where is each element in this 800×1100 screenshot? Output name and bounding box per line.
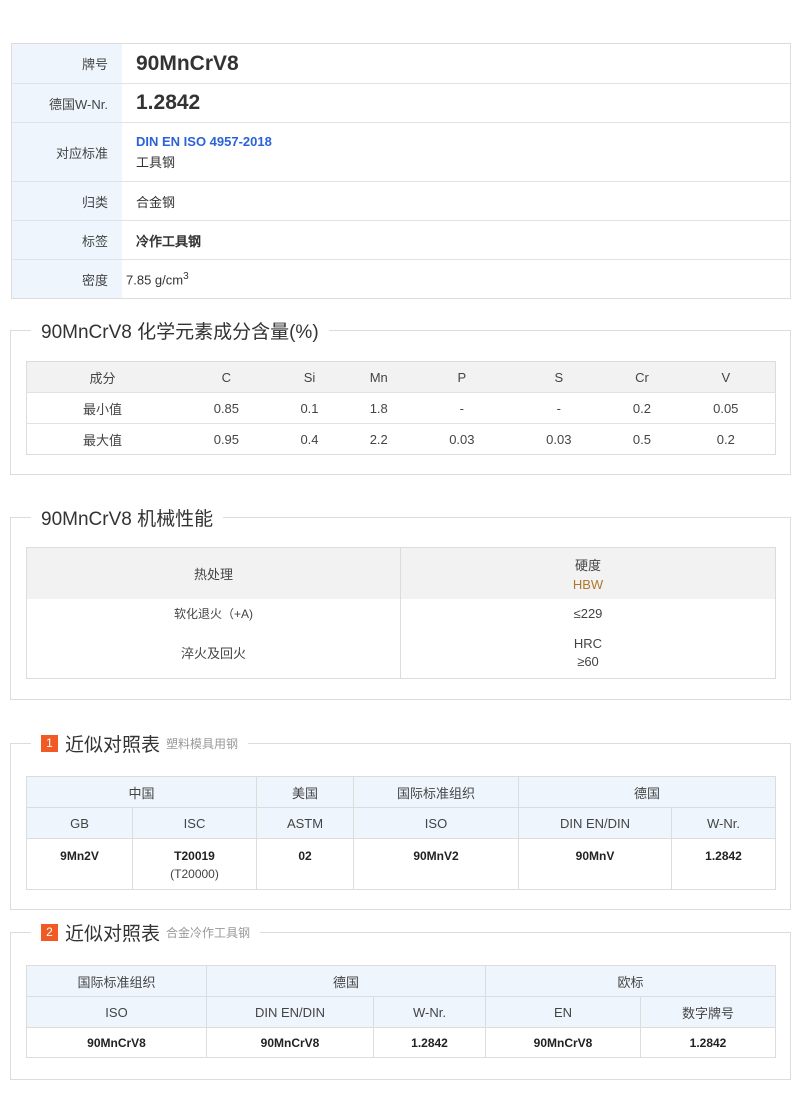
tag-value: 冷作工具钢: [136, 233, 202, 249]
chemistry-table: 成分 C Si Mn P S Cr V 最小值 0.85 0.1 1.8 - -…: [26, 361, 776, 455]
category-value: 合金钢: [136, 194, 176, 210]
material-info-table: 牌号 90MnCrV8 德国W-Nr. 1.2842 对应标准 DIN EN I…: [11, 43, 791, 299]
wnr-value: 1.2842: [136, 91, 201, 114]
info-row-standard: 对应标准 DIN EN ISO 4957-2018 工具钢: [12, 122, 790, 181]
compare2-title: 2 近似对照表 合金冷作工具钢: [31, 919, 261, 946]
wnr-label: 德国W-Nr.: [12, 84, 122, 122]
chemistry-section: 90MnCrV8 化学元素成分含量(%) 成分 C Si Mn P S Cr V…: [10, 317, 791, 475]
mechanical-title: 90MnCrV8 机械性能: [31, 504, 224, 531]
chemistry-title: 90MnCrV8 化学元素成分含量(%): [31, 317, 329, 344]
standard-subtitle: 工具钢: [136, 154, 176, 170]
compare2-table: 国际标准组织 德国 欧标 ISO DIN EN/DIN W-Nr. EN 数字牌…: [26, 965, 776, 1058]
mechanical-row-annealed: 软化退火（+A) ≤229: [27, 598, 776, 628]
chemistry-min-row: 最小值 0.85 0.1 1.8 - - 0.2 0.05: [26, 392, 776, 424]
info-row-wnr: 德国W-Nr. 1.2842: [12, 83, 790, 122]
compare2-column-row: ISO DIN EN/DIN W-Nr. EN 数字牌号: [26, 996, 776, 1028]
number-badge-2: 2: [41, 924, 58, 941]
grade-value: 90MnCrV8: [136, 51, 239, 75]
compare1-subtitle: 塑料模具用钢: [166, 737, 239, 751]
compare1-title: 1 近似对照表 塑料模具用钢: [31, 730, 249, 757]
density-label: 密度: [12, 260, 122, 298]
mechanical-section: 90MnCrV8 机械性能 热处理 硬度 HBW 软化退火（+A) ≤229 淬…: [10, 504, 791, 700]
density-value: 7.85 g/cm3: [126, 270, 189, 288]
compare1-table: 中国 美国 国际标准组织 德国 GB ISC ASTM ISO DIN EN/D…: [26, 776, 776, 890]
compare2-data-row: 90MnCrV8 90MnCrV8 1.2842 90MnCrV8 1.2842: [26, 1027, 776, 1058]
info-row-category: 归类 合金钢: [12, 181, 790, 220]
standard-label: 对应标准: [12, 123, 122, 181]
number-badge-1: 1: [41, 735, 58, 752]
compare-section-1: 1 近似对照表 塑料模具用钢 中国 美国 国际标准组织 德国 GB ISC AS…: [10, 730, 791, 910]
info-row-tag: 标签 冷作工具钢: [12, 220, 790, 259]
chemistry-header-row: 成分 C Si Mn P S Cr V: [26, 361, 776, 393]
compare1-data-row: 9Mn2V T20019 (T20000) 02 90MnV2 90MnV 1.…: [26, 838, 776, 890]
compare2-group-row: 国际标准组织 德国 欧标: [26, 965, 776, 997]
tag-label: 标签: [12, 221, 122, 259]
chemistry-max-row: 最大值 0.95 0.4 2.2 0.03 0.03 0.5 0.2: [26, 423, 776, 455]
mechanical-row-quenched: 淬火及回火 HRC ≥60: [27, 627, 776, 679]
compare1-group-row: 中国 美国 国际标准组织 德国: [26, 776, 776, 808]
grade-label: 牌号: [12, 44, 122, 83]
mechanical-table: 热处理 硬度 HBW 软化退火（+A) ≤229 淬火及回火 HRC ≥60: [26, 547, 776, 679]
standard-link[interactable]: DIN EN ISO 4957-2018: [136, 134, 790, 149]
hardness-header: 硬度 HBW: [400, 547, 776, 599]
compare-section-2: 2 近似对照表 合金冷作工具钢 国际标准组织 德国 欧标 ISO DIN EN/…: [10, 919, 791, 1080]
compare2-subtitle: 合金冷作工具钢: [166, 926, 251, 940]
heat-treatment-header: 热处理: [26, 547, 401, 599]
info-row-grade: 牌号 90MnCrV8: [12, 44, 790, 83]
mechanical-header-row: 热处理 硬度 HBW: [26, 547, 776, 599]
compare1-column-row: GB ISC ASTM ISO DIN EN/DIN W-Nr.: [26, 807, 776, 839]
info-row-density: 密度 7.85 g/cm3: [12, 259, 790, 298]
category-label: 归类: [12, 182, 122, 220]
